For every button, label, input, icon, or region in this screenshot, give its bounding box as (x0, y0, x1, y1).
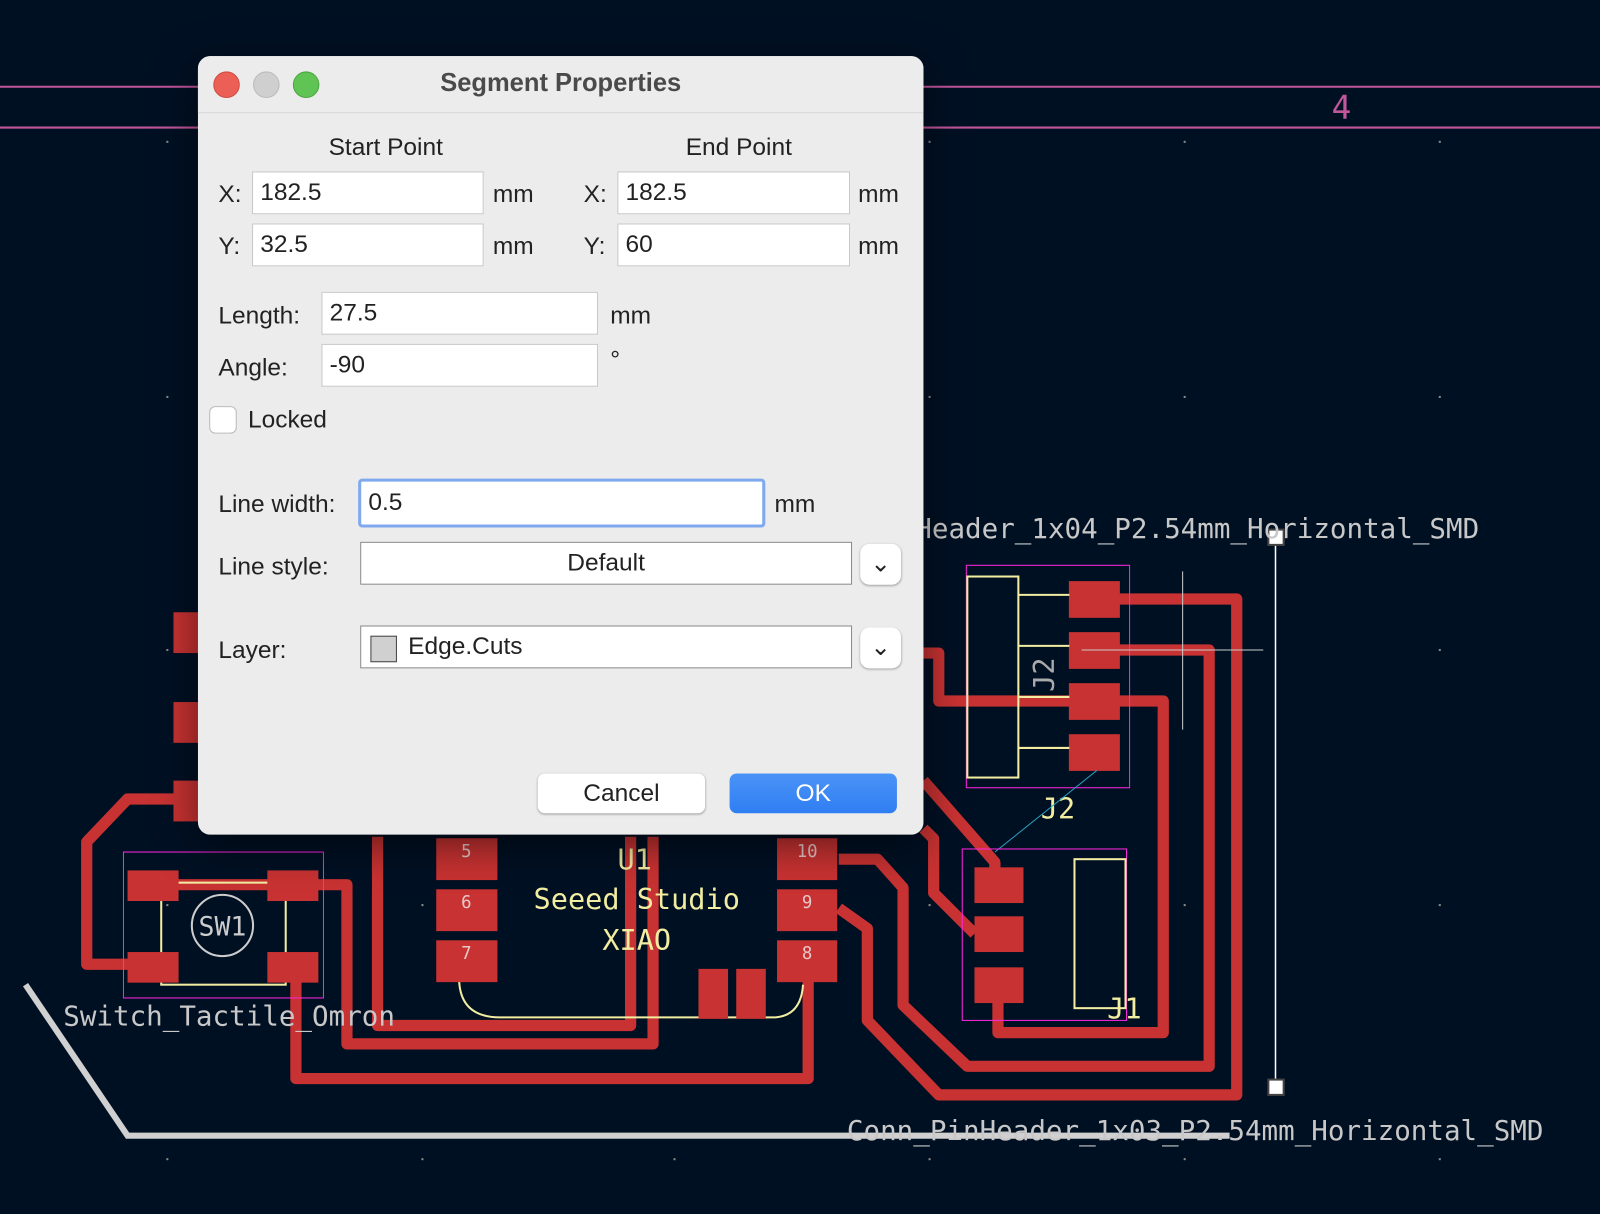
length-unit: mm (610, 302, 651, 330)
grid-dot (673, 1158, 676, 1161)
end-x-unit: mm (858, 180, 899, 209)
pad-7: 7 (461, 944, 471, 964)
selected-segment[interactable] (1267, 528, 1285, 1096)
locked-label: Locked (247, 406, 327, 434)
grid-dot (1438, 140, 1441, 143)
j1-ref: J1 (1107, 991, 1141, 1025)
angle-unit: ° (610, 345, 621, 374)
segment-end-handle[interactable] (1267, 1078, 1285, 1096)
pad-8: 8 (802, 944, 812, 964)
title-bar[interactable]: Segment Properties (197, 56, 924, 114)
j1-footprint-name: Conn_PinHeader_1x03_P2.54mm_Horizontal_S… (847, 1115, 1544, 1148)
end-y-unit: mm (858, 232, 899, 261)
end-x-label: X: (583, 180, 607, 209)
grid-dot (928, 140, 931, 143)
j2-ref: J2 (1041, 791, 1075, 825)
line-style-label: Line style: (218, 553, 329, 581)
line-style-dropdown-button[interactable]: ⌄ (860, 543, 902, 585)
locked-checkbox[interactable] (209, 406, 237, 434)
grid-dot (1438, 1158, 1441, 1161)
layer-dropdown-button[interactable]: ⌄ (860, 627, 902, 669)
u1-ref: U1 (617, 842, 651, 876)
left-pads (173, 612, 199, 822)
end-point-heading: End Point (685, 133, 792, 162)
start-point-heading: Start Point (328, 133, 443, 162)
footprint-j2[interactable]: J2 J2 Header_1x04_P2.54mm_Horizontal_SMD (915, 513, 1479, 826)
end-x-input[interactable]: 182.5 (617, 171, 850, 215)
grid-dot (928, 395, 931, 398)
length-input[interactable]: 27.5 (321, 291, 598, 335)
grid-dot (166, 648, 169, 652)
u1-value-line1: Seeed Studio (534, 882, 740, 916)
line-width-label: Line width: (218, 490, 336, 519)
angle-input[interactable]: -90 (321, 343, 598, 387)
chevron-down-icon: ⌄ (870, 549, 891, 578)
line-width-unit: mm (774, 490, 816, 519)
j2-ref-rotated: J2 (1027, 657, 1061, 691)
grid-dot (166, 395, 169, 398)
grid-dot (928, 904, 931, 907)
dialog-title: Segment Properties (440, 68, 682, 97)
line-style-select[interactable]: Default (360, 541, 853, 585)
start-x-unit: mm (492, 180, 534, 209)
sheet-zone-marker: 4 (1332, 88, 1352, 126)
grid-dot (1183, 904, 1186, 907)
sw1-ref: SW1 (198, 912, 246, 943)
grid-dot (421, 904, 424, 907)
line-width-input[interactable]: 0.5 (358, 478, 766, 528)
segment-properties-dialog: Segment Properties Start Point End Point… (197, 56, 924, 835)
grid-dot (928, 1158, 931, 1161)
j2-footprint-name: Header_1x04_P2.54mm_Horizontal_SMD (915, 513, 1479, 546)
pad-5: 5 (461, 842, 471, 862)
layer-select[interactable]: Edge.Cuts (360, 625, 853, 669)
u1-value-line2: XIAO (602, 923, 671, 957)
ok-button[interactable]: OK (729, 773, 897, 814)
grid-dot (166, 1158, 169, 1161)
grid-dot (421, 1158, 424, 1161)
ratsnest-line (994, 770, 1098, 853)
layer-color-swatch (370, 635, 397, 663)
end-y-input[interactable]: 60 (617, 223, 850, 267)
pad-9: 9 (802, 893, 812, 913)
layer-value: Edge.Cuts (408, 632, 523, 661)
grid-dot (1183, 1158, 1186, 1161)
angle-label: Angle: (218, 354, 288, 382)
start-y-label: Y: (218, 232, 241, 261)
sw1-footprint-name: Switch_Tactile_Omron (63, 1001, 395, 1034)
pad-10: 10 (797, 842, 818, 862)
pad-6: 6 (461, 893, 471, 913)
grid-dot (1183, 395, 1186, 398)
start-x-label: X: (218, 180, 242, 209)
grid-dot (1183, 140, 1186, 143)
start-y-unit: mm (492, 232, 534, 261)
chevron-down-icon: ⌄ (870, 633, 891, 662)
start-y-input[interactable]: 32.5 (252, 223, 484, 267)
grid-dot (1438, 904, 1441, 907)
grid-dot (166, 904, 169, 907)
end-y-label: Y: (583, 232, 606, 261)
start-x-input[interactable]: 182.5 (252, 171, 484, 215)
cancel-button[interactable]: Cancel (537, 773, 706, 814)
footprint-j1[interactable]: J1 Conn_PinHeader_1x03_P2.54mm_Horizonta… (847, 848, 1544, 1148)
grid-dot (1438, 395, 1441, 398)
grid-dot (1438, 648, 1441, 652)
length-label: Length: (218, 302, 301, 330)
footprint-u1[interactable]: 5 6 7 10 9 8 U1 Seeed Studio XIAO (436, 838, 838, 1019)
layer-label: Layer: (218, 636, 287, 665)
grid-dot (166, 140, 169, 143)
